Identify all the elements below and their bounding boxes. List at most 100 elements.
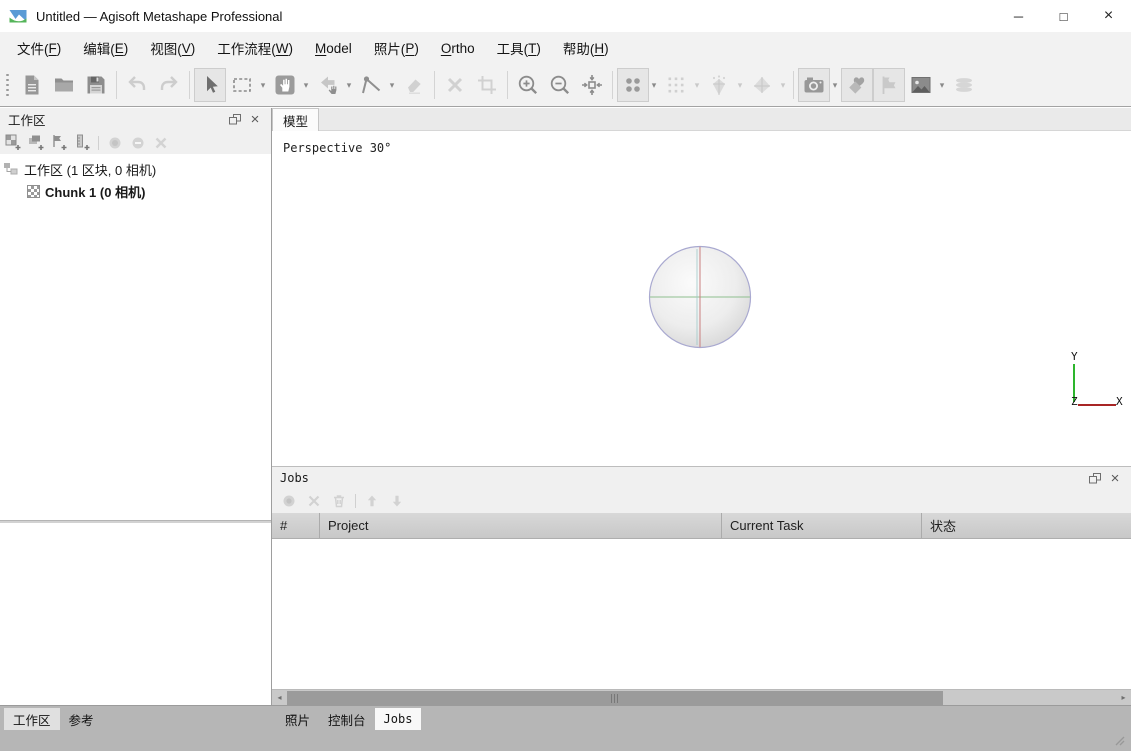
axis-y-label: Y [1071, 350, 1078, 363]
maximize-button[interactable]: □ [1041, 0, 1086, 32]
mesh-view-button[interactable] [746, 68, 778, 102]
show-markers-button[interactable] [873, 68, 905, 102]
eraser-button[interactable] [398, 68, 430, 102]
scroll-right-arrow-icon[interactable]: ▸ [1116, 690, 1131, 705]
crop-button[interactable] [471, 68, 503, 102]
trackball-sphere [648, 245, 752, 349]
job-move-down-button[interactable] [388, 492, 406, 510]
record-circle-icon [281, 493, 297, 509]
tree-item-workspace-root[interactable]: 工作区 (1 区块, 0 相机) [0, 158, 271, 180]
menu-item-model[interactable]: Model [304, 32, 363, 64]
menu-label: H [594, 41, 604, 56]
column-header-status[interactable]: 状态 [922, 513, 1131, 538]
job-cancel-button[interactable] [305, 492, 323, 510]
tab-jobs[interactable]: Jobs [375, 708, 422, 730]
new-project-button[interactable] [16, 68, 48, 102]
jobs-float-button[interactable] [1085, 469, 1105, 487]
job-run-button[interactable] [280, 492, 298, 510]
tree-item-label: 工作区 (1 区块, 0 相机) [24, 160, 156, 179]
workspace-float-button[interactable] [225, 111, 245, 129]
save-project-button[interactable] [80, 68, 112, 102]
enable-circle-icon [107, 135, 123, 151]
show-images-dropdown-icon[interactable]: ▾ [937, 80, 948, 91]
open-project-button[interactable] [48, 68, 80, 102]
column-header-project[interactable]: Project [320, 513, 722, 538]
dense-cloud-dropdown-icon[interactable]: ▾ [735, 80, 746, 91]
selection-cursor-button[interactable] [194, 68, 226, 102]
region-move-button[interactable] [312, 68, 344, 102]
remove-item-button[interactable] [152, 134, 170, 152]
minimize-button[interactable]: ─ [996, 0, 1041, 32]
menu-label: O [441, 41, 452, 56]
menu-label: ) [124, 41, 129, 56]
tab-console[interactable]: 控制台 [319, 708, 375, 730]
show-shapes-button[interactable] [948, 68, 980, 102]
menu-item-view[interactable]: 视图(V) [139, 32, 206, 64]
add-scalebar-icon [74, 134, 91, 151]
add-marker-button[interactable] [50, 134, 68, 152]
menu-item-ortho[interactable]: Ortho [430, 32, 486, 64]
scroll-left-arrow-icon[interactable]: ◂ [272, 690, 287, 705]
tab-workspace[interactable]: 工作区 [4, 708, 60, 730]
jobs-close-button[interactable]: × [1105, 469, 1125, 487]
workspace-lower-pane [0, 523, 271, 705]
show-images-button[interactable] [905, 68, 937, 102]
window-resize-grip[interactable] [1111, 732, 1125, 746]
tab-photos[interactable]: 照片 [276, 708, 319, 730]
navigation-dropdown-icon[interactable]: ▾ [301, 80, 312, 91]
marquee-selection-icon [230, 73, 254, 97]
delete-button[interactable] [439, 68, 471, 102]
menu-item-edit[interactable]: 编辑(E) [72, 32, 139, 64]
close-button[interactable]: × [1086, 0, 1131, 32]
job-delete-button[interactable] [330, 492, 348, 510]
scrollbar-thumb[interactable] [287, 691, 943, 705]
add-marker-icon [51, 134, 68, 151]
tie-points-view-button[interactable] [660, 68, 692, 102]
navigation-button[interactable] [269, 68, 301, 102]
float-panel-icon [1089, 473, 1101, 484]
rectangle-selection-button[interactable] [226, 68, 258, 102]
dense-cloud-view-button[interactable] [703, 68, 735, 102]
measure-angle-icon [359, 73, 383, 97]
rectangle-selection-dropdown-icon[interactable]: ▾ [258, 80, 269, 91]
region-move-dropdown-icon[interactable]: ▾ [344, 80, 355, 91]
measure-dropdown-icon[interactable]: ▾ [387, 80, 398, 91]
open-folder-icon [52, 73, 76, 97]
enable-item-button[interactable] [106, 134, 124, 152]
model-viewport[interactable]: Perspective 30° Y Z X [272, 131, 1131, 466]
menu-item-workflow[interactable]: 工作流程(W) [206, 32, 304, 64]
add-photos-button[interactable] [27, 134, 45, 152]
jobs-horizontal-scrollbar[interactable]: ◂ ▸ [272, 689, 1131, 705]
show-cameras-button[interactable] [798, 68, 830, 102]
job-move-up-button[interactable] [363, 492, 381, 510]
disable-item-button[interactable] [129, 134, 147, 152]
toolbar-separator [98, 136, 99, 150]
show-cameras-dropdown-icon[interactable]: ▾ [830, 80, 841, 91]
column-header-current-task[interactable]: Current Task [722, 513, 922, 538]
center-view-button[interactable] [576, 68, 608, 102]
tree-item-chunk-1[interactable]: Chunk 1 (0 相机) [0, 180, 271, 202]
point-cloud-view-button[interactable] [617, 68, 649, 102]
menu-item-photos[interactable]: 照片(P) [363, 32, 430, 64]
menu-item-file[interactable]: 文件(F) [6, 32, 72, 64]
point-cloud-view-dropdown-icon[interactable]: ▾ [649, 80, 660, 91]
redo-button[interactable] [153, 68, 185, 102]
toolbar-grip-handle[interactable] [6, 74, 9, 97]
tab-reference[interactable]: 参考 [60, 708, 103, 730]
undo-button[interactable] [121, 68, 153, 102]
menu-item-help[interactable]: 帮助(H) [552, 32, 620, 64]
four-points-icon [621, 73, 645, 97]
show-region-button[interactable] [841, 68, 873, 102]
measure-angle-button[interactable] [355, 68, 387, 102]
tie-points-dropdown-icon[interactable]: ▾ [692, 80, 703, 91]
zoom-out-button[interactable] [544, 68, 576, 102]
column-header-index[interactable]: # [272, 513, 320, 538]
workspace-close-button[interactable]: × [245, 111, 265, 129]
menu-item-tools[interactable]: 工具(T) [486, 32, 552, 64]
mesh-view-dropdown-icon[interactable]: ▾ [778, 80, 789, 91]
jobs-panel-title: Jobs [280, 471, 309, 485]
add-scalebar-button[interactable] [73, 134, 91, 152]
add-chunk-button[interactable] [4, 134, 22, 152]
zoom-in-button[interactable] [512, 68, 544, 102]
tab-model[interactable]: 模型 [272, 108, 319, 131]
